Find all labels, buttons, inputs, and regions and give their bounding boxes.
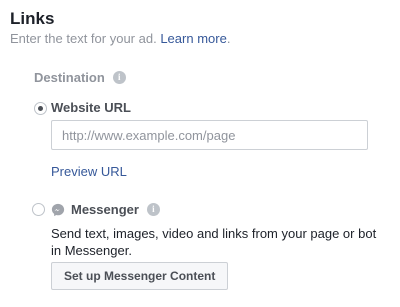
website-url-radio[interactable]: [34, 102, 47, 115]
messenger-icon: [51, 203, 65, 216]
section-subtitle: Enter the text for your ad. Learn more.: [10, 31, 230, 46]
info-icon[interactable]: i: [112, 71, 126, 84]
destination-label: Destination i: [34, 70, 126, 85]
learn-more-link[interactable]: Learn more: [160, 31, 226, 46]
messenger-label[interactable]: Messenger i: [51, 202, 160, 217]
messenger-description: Send text, images, video and links from …: [51, 226, 377, 258]
setup-messenger-button[interactable]: Set up Messenger Content: [51, 262, 229, 290]
preview-url-link[interactable]: Preview URL: [51, 164, 127, 179]
messenger-radio[interactable]: [32, 203, 45, 216]
website-url-input[interactable]: [51, 120, 368, 150]
website-url-label[interactable]: Website URL: [51, 100, 131, 115]
subtitle-text: Enter the text for your ad.: [10, 31, 157, 46]
messenger-info-icon[interactable]: i: [146, 203, 160, 216]
section-title: Links: [10, 9, 55, 28]
subtitle-period: .: [226, 31, 231, 46]
destination-text: Destination: [34, 70, 105, 85]
messenger-text: Messenger: [71, 202, 139, 217]
